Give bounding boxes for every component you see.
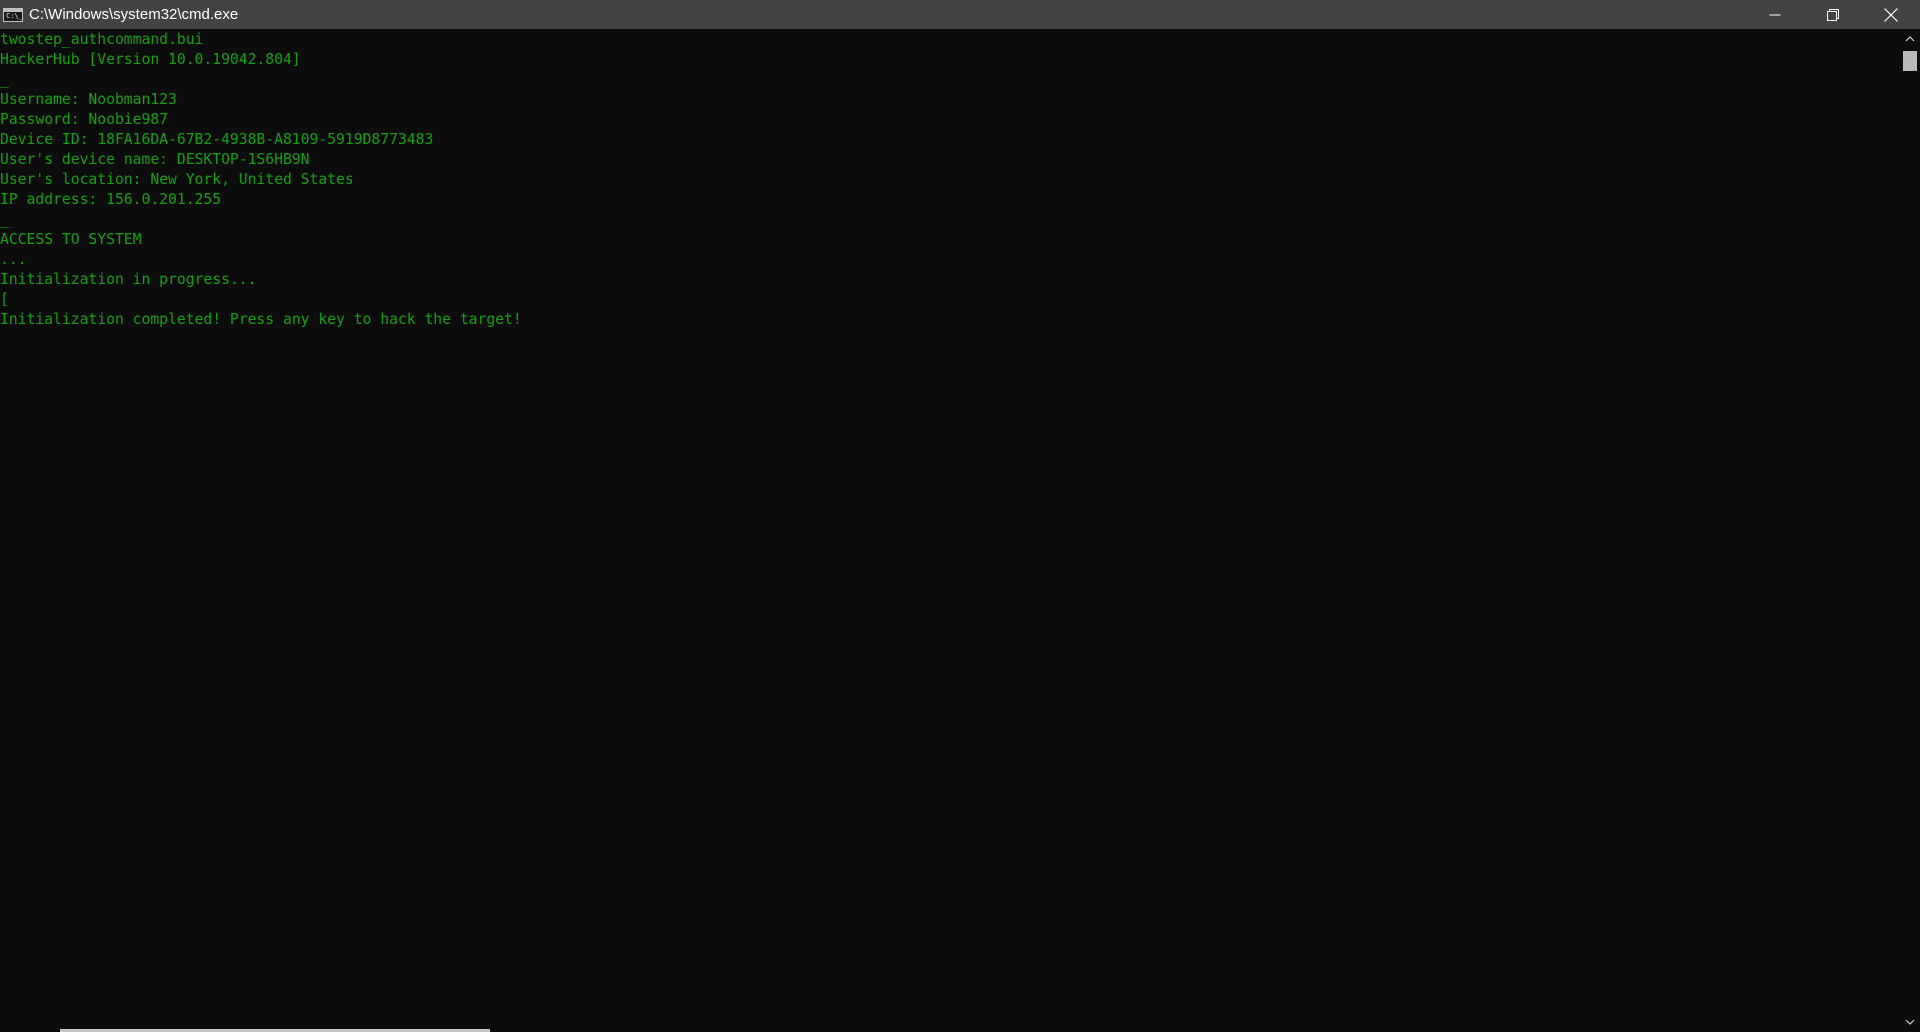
console-line: ACCESS TO SYSTEM [0, 231, 142, 248]
cmd-icon-glyph: C:\_ [6, 11, 23, 20]
console-line: _ [0, 71, 9, 88]
console-output[interactable]: twostep_authcommand.bui HackerHub [Versi… [0, 30, 1900, 1028]
console-line: HackerHub [Version 10.0.19042.804] [0, 51, 301, 68]
console-line: Initialization in progress... [0, 271, 257, 288]
close-button[interactable] [1862, 0, 1920, 29]
console-line: Initialization completed! Press any key … [0, 311, 522, 328]
window-controls [1746, 0, 1920, 29]
console-line: Device ID: 18FA16DA-67B2-4938B-A8109-591… [0, 131, 434, 148]
console-line: Username: Noobman123 [0, 91, 177, 108]
scroll-up-arrow-icon [1905, 36, 1915, 42]
console-line: Password: Noobie987 [0, 111, 169, 128]
console-line: IP address: 156.0.201.255 [0, 191, 222, 208]
console-line: ... [0, 251, 27, 268]
console-line: [ [0, 291, 9, 308]
scroll-down-button[interactable] [1900, 1012, 1920, 1032]
window-title: C:\Windows\system32\cmd.exe [29, 6, 239, 23]
scroll-up-button[interactable] [1900, 29, 1920, 49]
scroll-down-arrow-icon [1905, 1019, 1915, 1025]
title-bar[interactable]: C:\_ C:\Windows\system32\cmd.exe [0, 0, 1920, 29]
cmd-window: C:\_ C:\Windows\system32\cmd.exe twostep… [0, 0, 1920, 1032]
console-line: User's location: New York, United States [0, 171, 354, 188]
console-line: User's device name: DESKTOP-1S6HB9N [0, 151, 310, 168]
cmd-icon[interactable]: C:\_ [3, 7, 23, 22]
close-icon [1884, 7, 1898, 22]
vertical-scrollbar[interactable] [1900, 29, 1920, 1032]
scroll-thumb[interactable] [1903, 51, 1917, 71]
minimize-icon [1769, 14, 1781, 15]
console-line: _ [0, 211, 9, 228]
console-line: twostep_authcommand.bui [0, 31, 204, 48]
restore-icon [1827, 8, 1839, 21]
restore-button[interactable] [1804, 0, 1862, 29]
minimize-button[interactable] [1746, 0, 1804, 29]
